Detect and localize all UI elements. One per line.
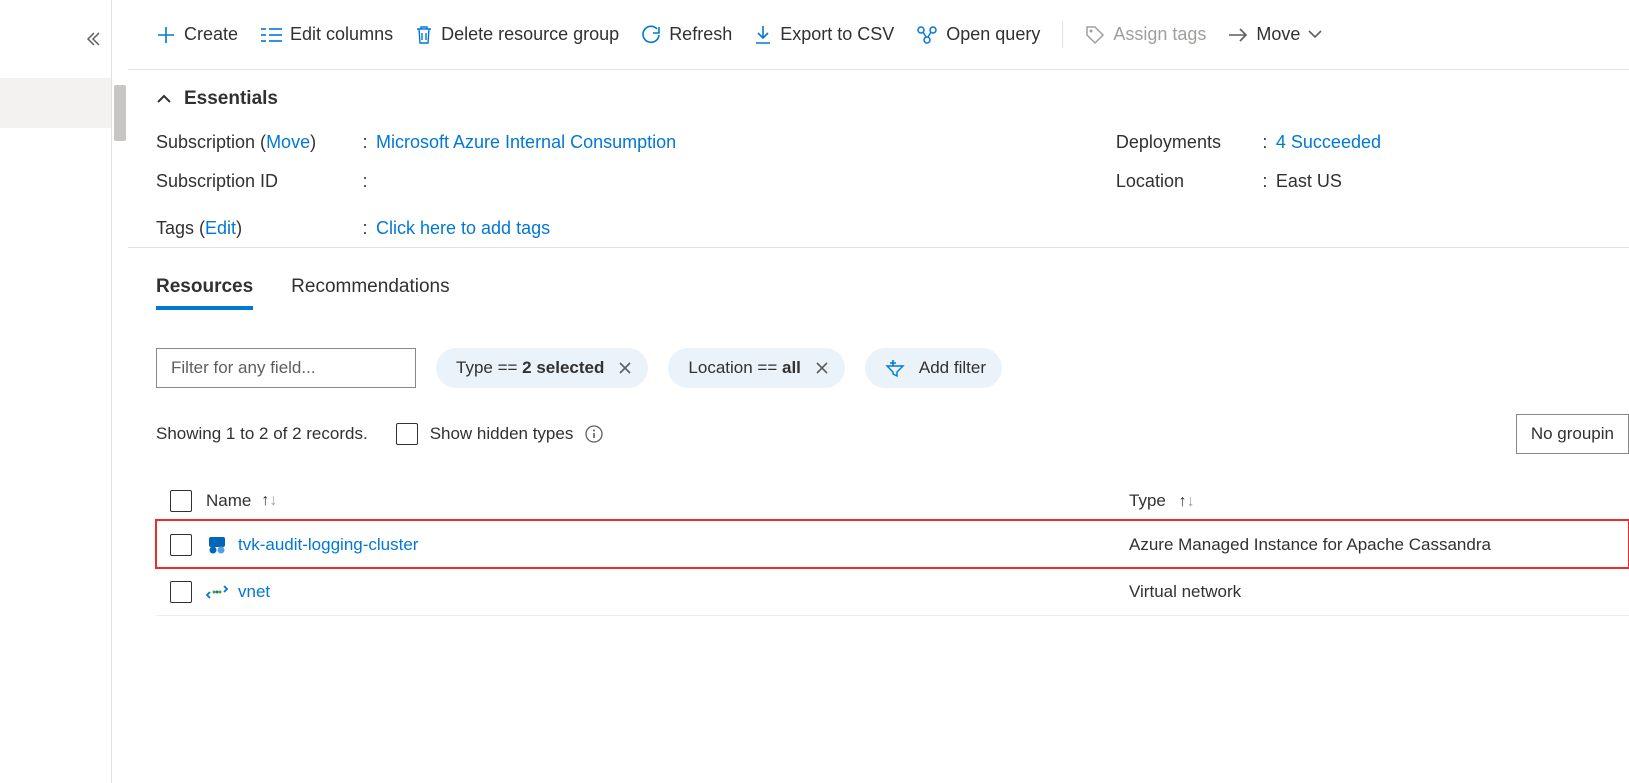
move-label: Move	[1256, 24, 1300, 45]
content-area: Resources Recommendations Type == 2 sele…	[128, 248, 1629, 616]
cassandra-icon	[206, 534, 228, 556]
resource-type: Azure Managed Instance for Apache Cassan…	[1129, 535, 1629, 555]
filter-pill-location[interactable]: Location == all	[668, 348, 844, 388]
colon: :	[356, 132, 376, 153]
show-hidden-checkbox[interactable]	[396, 423, 418, 445]
table-row[interactable]: vnet Virtual network	[156, 568, 1629, 616]
export-csv-label: Export to CSV	[780, 24, 894, 45]
create-label: Create	[184, 24, 238, 45]
content-tabs: Resources Recommendations	[156, 276, 1629, 310]
pill-loc-prefix: Location ==	[688, 358, 782, 377]
deployments-label: Deployments	[1116, 132, 1256, 153]
column-header-name[interactable]: Name ↑↓	[206, 491, 1129, 511]
move-button[interactable]: Move	[1228, 24, 1322, 45]
colon: :	[356, 218, 376, 239]
filter-row: Type == 2 selected Location == all Add f…	[156, 348, 1629, 388]
tags-label-close: )	[236, 218, 242, 238]
refresh-label: Refresh	[669, 24, 732, 45]
show-hidden-label: Show hidden types	[430, 424, 574, 444]
colon: :	[356, 171, 376, 192]
add-filter-label: Add filter	[919, 358, 986, 378]
refresh-icon	[641, 25, 661, 45]
nav-scrollbar-thumb[interactable]	[114, 85, 126, 141]
subscription-id-label: Subscription ID	[156, 171, 356, 192]
subscription-label-close: )	[310, 132, 316, 152]
main-content: Create Edit columns Delete resource grou…	[128, 0, 1629, 783]
filter-pill-type[interactable]: Type == 2 selected	[436, 348, 648, 388]
meta-row: Showing 1 to 2 of 2 records. Show hidden…	[156, 414, 1629, 454]
tab-resources[interactable]: Resources	[156, 276, 253, 310]
table-header: Name ↑↓ Type ↑↓	[156, 482, 1629, 520]
toolbar: Create Edit columns Delete resource grou…	[128, 0, 1629, 70]
nav-scrollbar[interactable]	[112, 0, 128, 783]
tags-label-prefix: Tags (	[156, 218, 205, 238]
tags-edit-link[interactable]: Edit	[205, 218, 236, 238]
columns-icon	[260, 26, 282, 44]
refresh-button[interactable]: Refresh	[641, 24, 732, 45]
filter-input[interactable]	[156, 348, 416, 388]
grouping-dropdown[interactable]: No groupin	[1516, 414, 1629, 454]
trash-icon	[415, 25, 433, 45]
toolbar-divider	[1062, 22, 1063, 48]
tab-recommendations[interactable]: Recommendations	[291, 276, 449, 310]
edit-columns-label: Edit columns	[290, 24, 393, 45]
table-row[interactable]: tvk-audit-logging-cluster Azure Managed …	[156, 520, 1629, 568]
nav-expand-icon[interactable]	[83, 30, 101, 48]
close-icon[interactable]	[618, 361, 632, 375]
add-filter-button[interactable]: Add filter	[865, 348, 1002, 388]
deployments-value[interactable]: 4 Succeeded	[1276, 132, 1381, 153]
essentials-title: Essentials	[184, 88, 278, 110]
delete-rg-label: Delete resource group	[441, 24, 619, 45]
resource-type: Virtual network	[1129, 582, 1629, 602]
records-count: Showing 1 to 2 of 2 records.	[156, 424, 368, 444]
subscription-label: Subscription (	[156, 132, 266, 152]
pill-type-prefix: Type ==	[456, 358, 522, 377]
assign-tags-label: Assign tags	[1113, 24, 1206, 45]
essentials-toggle[interactable]: Essentials	[156, 88, 1601, 110]
export-csv-button[interactable]: Export to CSV	[754, 24, 894, 45]
query-icon	[916, 25, 938, 45]
col-name-label: Name	[206, 491, 251, 511]
assign-tags-button: Assign tags	[1085, 24, 1206, 45]
location-label: Location	[1116, 171, 1256, 192]
colon: :	[1256, 132, 1276, 153]
sort-icon: ↑↓	[1171, 493, 1195, 511]
add-filter-icon	[885, 359, 905, 377]
colon: :	[1256, 171, 1276, 192]
left-nav-panel[interactable]	[0, 78, 111, 128]
arrow-right-icon	[1228, 28, 1248, 42]
open-query-label: Open query	[946, 24, 1040, 45]
left-nav-top	[0, 0, 111, 78]
plus-icon	[156, 25, 176, 45]
grouping-label: No groupin	[1531, 424, 1614, 444]
select-all-checkbox[interactable]	[170, 490, 192, 512]
info-icon[interactable]	[585, 425, 603, 443]
open-query-button[interactable]: Open query	[916, 24, 1040, 45]
essentials-section: Essentials Subscription (Move) : Microso…	[128, 70, 1629, 248]
edit-columns-button[interactable]: Edit columns	[260, 24, 393, 45]
column-header-type[interactable]: Type ↑↓	[1129, 491, 1629, 511]
download-icon	[754, 25, 772, 45]
resource-name[interactable]: vnet	[238, 582, 270, 602]
resources-table: Name ↑↓ Type ↑↓ tvk-audit-logging-cluste…	[156, 482, 1629, 616]
pill-loc-value: all	[782, 358, 801, 377]
left-nav-collapsed	[0, 0, 112, 783]
subscription-move-link[interactable]: Move	[266, 132, 310, 152]
pill-type-value: 2 selected	[522, 358, 604, 377]
location-value: East US	[1276, 171, 1342, 192]
col-type-label: Type	[1129, 491, 1166, 510]
chevron-down-icon	[1308, 30, 1322, 40]
delete-rg-button[interactable]: Delete resource group	[415, 24, 619, 45]
create-button[interactable]: Create	[156, 24, 238, 45]
sort-icon: ↑↓	[261, 492, 277, 510]
resource-name[interactable]: tvk-audit-logging-cluster	[238, 535, 418, 555]
row-checkbox[interactable]	[170, 581, 192, 603]
vnet-icon	[206, 581, 228, 603]
row-checkbox[interactable]	[170, 534, 192, 556]
chevron-up-icon	[156, 93, 172, 105]
tags-add-link[interactable]: Click here to add tags	[376, 218, 550, 239]
tag-icon	[1085, 25, 1105, 45]
close-icon[interactable]	[815, 361, 829, 375]
subscription-value[interactable]: Microsoft Azure Internal Consumption	[376, 132, 676, 153]
